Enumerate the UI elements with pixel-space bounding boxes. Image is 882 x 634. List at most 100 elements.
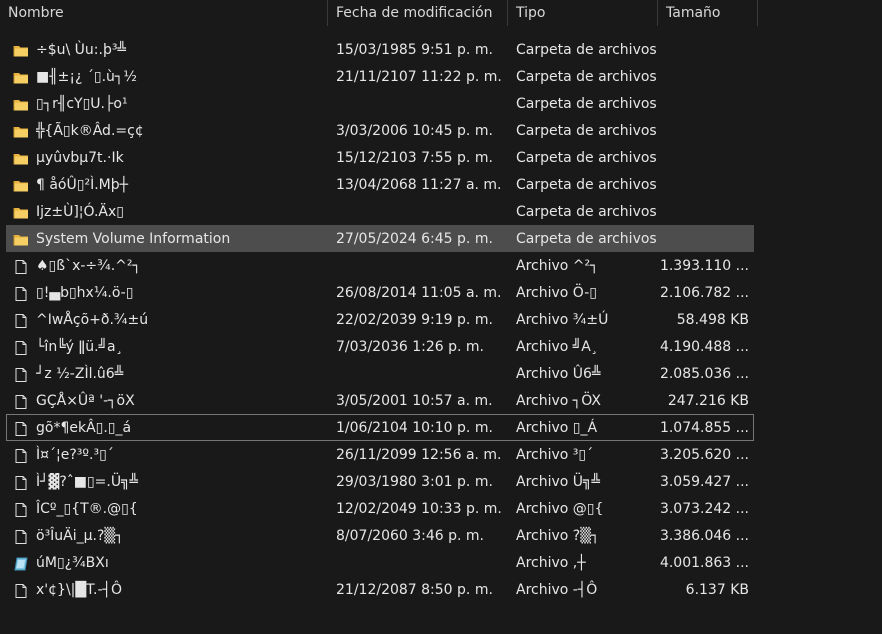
- column-header-type[interactable]: Tipo: [508, 0, 658, 26]
- folder-icon: [13, 150, 29, 166]
- file-row[interactable]: GÇÅ×Ûª '-┐öX 3/05/2001 10:57 a. m. Archivo…: [6, 387, 754, 414]
- folder-row[interactable]: System Volume Information 27/05/2024 6:45…: [6, 225, 754, 252]
- item-name: úM▯¿¾BXı: [36, 555, 109, 571]
- file-row[interactable]: Ì¤´¦e?³º.³▯´ 26/11/2099 12:56 a. m. Archiv…: [6, 441, 754, 468]
- folder-row[interactable]: ▯┐r╢cY▯U.├o¹ Carpeta de archivos: [6, 90, 754, 117]
- file-icon: [13, 528, 29, 544]
- item-name: ^IwÅçõ+ð.¾±ú: [36, 312, 149, 328]
- file-row[interactable]: ö³ÎuÄi_µ.?▒┐ 8/07/2060 3:46 p. m. Archivo …: [6, 522, 754, 549]
- item-type: Archivo ┐ÖX: [516, 393, 601, 409]
- file-row[interactable]: ÎCº_▯{T®.@▯{12/02/2049 10:33 p. m. Archiv…: [6, 495, 754, 522]
- item-name: gõ*¶ekÂ▯.▯_á: [36, 420, 132, 436]
- item-type: Archivo -┤Ô: [516, 582, 598, 598]
- item-name: ÎCº_▯{T®.@▯{: [36, 501, 138, 517]
- file-row[interactable]: ┘z ½-ZÌl.û6╩ Archivo Û6╩ 2.085.036 ...: [6, 360, 754, 387]
- item-name: ♠▯ß`x-÷¾.^²┐: [36, 258, 141, 274]
- item-name: ■╢±¡¿ ´▯.ù┐½: [36, 69, 137, 85]
- item-type: Archivo Ü╗╩: [516, 474, 600, 490]
- item-name: Ì¤´¦e?³º.³▯´: [36, 447, 114, 463]
- item-type: Archivo ¾±Ú: [516, 312, 609, 328]
- file-icon: [13, 501, 29, 517]
- item-name: ┘z ½-ZÌl.û6╩: [36, 366, 124, 382]
- item-type: Archivo ^²┐: [516, 258, 599, 274]
- folder-row[interactable]: ╬{Ã▯k®Âd.=ç¢ 3/03/2006 10:45 p. m. Carpeta…: [6, 117, 754, 144]
- file-row[interactable]: x'¢}\|█T.-┤Ô 21/12/2087 8:50 p. m. Archivo…: [6, 576, 754, 603]
- folder-row[interactable]: ¶ åóÛ▯²Ì.Mþ┼ 13/04/2068 11:27 a. m. Carpet…: [6, 171, 754, 198]
- file-icon: [13, 366, 29, 382]
- file-icon: [13, 285, 29, 301]
- folder-icon: [13, 69, 29, 85]
- item-name: System Volume Information: [36, 231, 231, 247]
- column-header-name[interactable]: Nombre: [0, 0, 328, 26]
- file-row[interactable]: ^IwÅçõ+ð.¾±ú 22/02/2039 9:19 p. m. Archivo…: [6, 306, 754, 333]
- file-icon: [13, 447, 29, 463]
- item-date: 26/08/2014 11:05 a. m.: [336, 285, 502, 301]
- item-type: Archivo @▯{: [516, 501, 604, 517]
- file-row[interactable]: ♠▯ß`x-÷¾.^²┐ Archivo ^²┐ 1.393.110 ...: [6, 252, 754, 279]
- folder-row[interactable]: ÷$u\ Ùu:.þ³╩ 15/03/1985 9:51 p. m. Carpeta…: [6, 36, 754, 63]
- item-type: Carpeta de archivos: [516, 42, 657, 58]
- item-name: ö³ÎuÄi_µ.?▒┐: [36, 528, 124, 544]
- item-type: Archivo ?▒┐: [516, 528, 600, 544]
- folder-icon: [13, 177, 29, 193]
- file-row[interactable]: Ì┘▓?ˆ■▯=.Ü╗╩ 29/03/1980 3:01 p. m. Archivo…: [6, 468, 754, 495]
- folder-row[interactable]: ■╢±¡¿ ´▯.ù┐½ 21/11/2107 11:22 p. m. Carpet…: [6, 63, 754, 90]
- item-date: 13/04/2068 11:27 a. m.: [336, 177, 502, 193]
- item-name: Ì┘▓?ˆ■▯=.Ü╗╩: [36, 474, 138, 490]
- item-date: 3/05/2001 10:57 a. m.: [336, 393, 493, 409]
- item-date: 21/12/2087 8:50 p. m.: [336, 582, 493, 598]
- item-type: Carpeta de archivos: [516, 231, 657, 247]
- column-header-bar: Nombre ^ Fecha de modificación Tipo Tama…: [0, 0, 882, 26]
- file-icon: [13, 258, 29, 274]
- folder-icon: [13, 42, 29, 58]
- item-size: 3.205.620 ...: [659, 447, 749, 463]
- item-name: GÇÅ×Ûª '-┐öX: [36, 393, 135, 409]
- sort-arrow-icon: ^: [156, 0, 164, 3]
- item-date: 22/02/2039 9:19 p. m.: [336, 312, 493, 328]
- item-type: Archivo Û6╩: [516, 366, 601, 382]
- item-name: x'¢}\|█T.-┤Ô: [36, 582, 122, 598]
- item-type: Archivo ╝A¸: [516, 339, 598, 355]
- item-date: 1/06/2104 10:10 p. m.: [336, 420, 493, 436]
- item-name: µyûvbµ7t.·Ik: [36, 150, 124, 166]
- item-date: 3/03/2006 10:45 p. m.: [336, 123, 493, 139]
- item-size: 6.137 KB: [685, 582, 749, 598]
- item-size: 3.073.242 ...: [659, 501, 749, 517]
- item-date: 8/07/2060 3:46 p. m.: [336, 528, 484, 544]
- file-row[interactable]: gõ*¶ekÂ▯.▯_á 1/06/2104 10:10 p. m. Archivo…: [6, 414, 754, 441]
- file-icon: [13, 420, 29, 436]
- item-size: 58.498 KB: [676, 312, 749, 328]
- file-row[interactable]: úM▯¿¾BXı Archivo ,┼ 4.001.863 ...: [6, 549, 754, 576]
- folder-row[interactable]: µyûvbµ7t.·Ik 15/12/2103 7:55 p. m. Carpeta…: [6, 144, 754, 171]
- item-type: Archivo ,┼: [516, 555, 586, 571]
- item-size: 4.190.488 ...: [659, 339, 749, 355]
- item-date: 29/03/1980 3:01 p. m.: [336, 474, 493, 490]
- item-type: Carpeta de archivos: [516, 69, 657, 85]
- item-name: ▯┐r╢cY▯U.├o¹: [36, 96, 128, 112]
- file-icon: [13, 339, 29, 355]
- item-size: 2.085.036 ...: [659, 366, 749, 382]
- item-type: Carpeta de archivos: [516, 177, 657, 193]
- folder-row[interactable]: Ijz±Ù]¦Ó.Äx▯ Carpeta de archivos: [6, 198, 754, 225]
- folder-icon: [13, 96, 29, 112]
- item-size: 1.074.855 ...: [659, 420, 749, 436]
- column-header-size[interactable]: Tamaño: [658, 0, 758, 26]
- item-size: 1.393.110 ...: [659, 258, 749, 274]
- column-header-date[interactable]: Fecha de modificación: [328, 0, 508, 26]
- item-size: 2.106.782 ...: [659, 285, 749, 301]
- file-row[interactable]: └în╚ý ǁü.╝a¸ 7/03/2036 1:26 p. m. Archivo …: [6, 333, 754, 360]
- item-name: └în╚ý ǁü.╝a¸: [36, 339, 123, 355]
- folder-icon: [13, 231, 29, 247]
- item-name: ¶ åóÛ▯²Ì.Mþ┼: [36, 177, 129, 193]
- file-row[interactable]: ▯!▄b▯hx¼.ö-▯ 26/08/2014 11:05 a. m. Archiv…: [6, 279, 754, 306]
- item-date: 15/03/1985 9:51 p. m.: [336, 42, 493, 58]
- folder-icon: [13, 204, 29, 220]
- item-name: ▯!▄b▯hx¼.ö-▯: [36, 285, 134, 301]
- file-icon: [13, 474, 29, 490]
- item-date: 7/03/2036 1:26 p. m.: [336, 339, 484, 355]
- item-type: Carpeta de archivos: [516, 150, 657, 166]
- item-name: ÷$u\ Ùu:.þ³╩: [36, 42, 126, 58]
- item-date: 21/11/2107 11:22 p. m.: [336, 69, 502, 85]
- file-icon: [13, 312, 29, 328]
- file-icon: [13, 393, 29, 409]
